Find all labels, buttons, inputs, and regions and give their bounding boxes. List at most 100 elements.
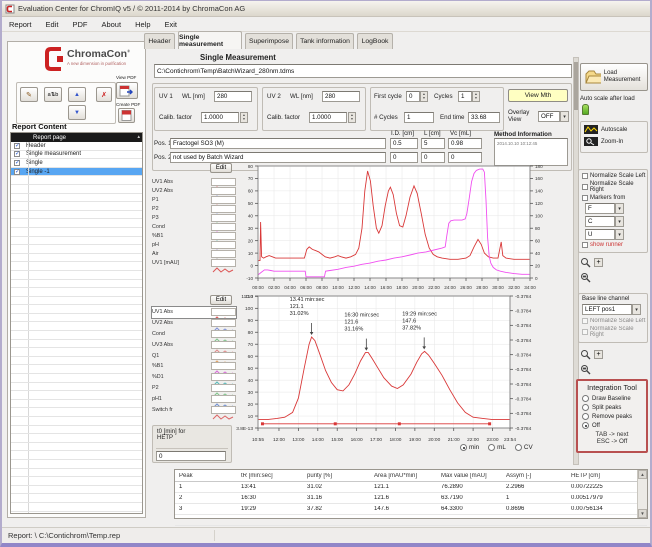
- results-header-cell[interactable]: Peak: [175, 473, 237, 479]
- overview-chromatogram[interactable]: 80706050403020100-1018016014012010080604…: [232, 163, 554, 295]
- scroll-down-icon[interactable]: ▼: [638, 509, 647, 518]
- menu-item-help[interactable]: Help: [128, 20, 157, 29]
- menu-item-report[interactable]: Report: [2, 20, 39, 29]
- results-header-cell[interactable]: Max value [mAU]: [437, 473, 502, 479]
- end-time-input[interactable]: [468, 112, 500, 123]
- view-method-button[interactable]: View Mth: [508, 89, 568, 102]
- marker-channel-dropdown[interactable]: C▼: [585, 216, 627, 227]
- marker-channel-dropdown[interactable]: U▼: [585, 229, 627, 240]
- menu-item-exit[interactable]: Exit: [158, 20, 185, 29]
- delete-page-button[interactable]: ✗: [96, 87, 112, 102]
- uv2-wl-input[interactable]: [322, 91, 360, 102]
- results-row[interactable]: 319:2937.82147.664.33000.86960.00756134: [175, 504, 647, 515]
- edit-report-button[interactable]: ✎: [20, 87, 38, 102]
- uv2-calib-spinner[interactable]: ▲▼: [348, 112, 356, 123]
- legend-item-ph[interactable]: pH: [152, 240, 236, 249]
- unit-radio-CV[interactable]: CV: [515, 444, 533, 451]
- results-scrollbar[interactable]: ▲▼: [637, 470, 647, 518]
- legend-item-q1[interactable]: Q1: [152, 350, 236, 361]
- report-page-row[interactable]: Single -1: [11, 168, 142, 177]
- title-bar[interactable]: Evaluation Center for ChromIQ v5 / © 201…: [2, 1, 650, 17]
- hetp-t0-input[interactable]: [156, 451, 226, 461]
- overlay-view-dropdown[interactable]: ▼: [560, 111, 569, 122]
- unit-radio-mL[interactable]: mL: [488, 444, 506, 451]
- move-page-down-button[interactable]: ▼: [68, 105, 86, 120]
- tab-tank-information[interactable]: Tank information: [296, 33, 354, 49]
- pos-length-input[interactable]: [421, 152, 445, 163]
- show-runner-checkbox[interactable]: show runner: [579, 240, 647, 248]
- markers-from-checkbox[interactable]: Markers from: [579, 193, 647, 201]
- results-header-cell[interactable]: HETP [cm]: [567, 473, 635, 479]
- legend-item-p2[interactable]: P2: [152, 204, 236, 213]
- first-cycle-input[interactable]: [406, 91, 420, 102]
- menu-item-edit[interactable]: Edit: [39, 20, 66, 29]
- uv1-calib-input[interactable]: [201, 112, 239, 123]
- zoom-pan-tool-2[interactable]: [580, 362, 591, 380]
- results-header-cell[interactable]: purity [%]: [303, 473, 370, 479]
- legend-item-air[interactable]: Air: [152, 249, 236, 258]
- normalize-left-checkbox[interactable]: Normalize Scale Left: [579, 170, 647, 179]
- page-checkbox[interactable]: [14, 151, 20, 157]
- results-header-cell[interactable]: Area [mAU*min]: [370, 473, 437, 479]
- integration-radio-draw-baseline[interactable]: Draw Baseline: [582, 395, 646, 402]
- page-checkbox[interactable]: [14, 160, 20, 166]
- legend-item-uv1-abs[interactable]: UV1 Abs: [152, 177, 236, 186]
- upper-chart-edit-button[interactable]: Edit: [210, 163, 232, 173]
- legend-item--d1[interactable]: %D1: [152, 372, 236, 383]
- pos-id-input[interactable]: [390, 138, 418, 149]
- integration-chromatogram[interactable]: 110.31101009080706050403020103.8E-13-0.3…: [232, 293, 552, 445]
- results-row[interactable]: 216:3031.16121.663.719010.00517979: [175, 493, 647, 504]
- scroll-up-icon[interactable]: ▲: [638, 470, 647, 479]
- integration-radio-off[interactable]: Off: [582, 422, 646, 429]
- pos-name-input[interactable]: [170, 138, 386, 149]
- cycles-spinner[interactable]: ▲▼: [472, 91, 480, 102]
- file-path-input[interactable]: [154, 64, 572, 78]
- zoom-plus-tool-2[interactable]: +: [580, 349, 603, 360]
- view-pdf-button[interactable]: [116, 82, 138, 99]
- legend-item-uv1-mau-[interactable]: UV1 [mAU]: [152, 258, 236, 267]
- normalize-right-checkbox[interactable]: Normalize Scale Right: [579, 179, 647, 193]
- cycles-input[interactable]: [458, 91, 472, 102]
- page-checkbox[interactable]: [14, 169, 20, 175]
- menu-item-pdf[interactable]: PDF: [65, 20, 94, 29]
- zoom-pan-tool[interactable]: [580, 270, 591, 288]
- legend-item--b1[interactable]: %B1: [152, 361, 236, 372]
- report-page-row[interactable]: Single measurement: [11, 151, 142, 160]
- pos-id-input[interactable]: [390, 152, 418, 163]
- legend-item-cond[interactable]: Cond: [152, 329, 236, 340]
- zoom-plus-tool[interactable]: +: [580, 257, 603, 268]
- legend-item-ph1[interactable]: pH1: [152, 393, 236, 404]
- baseline-normalize-right-checkbox[interactable]: Normalize Scale Right: [579, 324, 647, 338]
- tab-superimpose[interactable]: Superimpose: [245, 33, 293, 49]
- tab-header[interactable]: Header: [144, 33, 175, 49]
- results-row[interactable]: 113:4131.02121.176.28902.29660.00722225: [175, 482, 647, 493]
- scroll-up-icon[interactable]: ▲: [137, 134, 141, 139]
- legend-item-cond[interactable]: Cond: [152, 222, 236, 231]
- legend-item-uv3-abs[interactable]: UV3 Abs: [152, 339, 236, 350]
- uv2-calib-input[interactable]: [309, 112, 347, 123]
- first-cycle-spinner[interactable]: ▲▼: [420, 91, 428, 102]
- legend-item--b1[interactable]: %B1: [152, 231, 236, 240]
- pos-volume-input[interactable]: [448, 138, 482, 149]
- sort-pages-button[interactable]: a⇅b: [44, 87, 62, 102]
- pos-length-input[interactable]: [421, 138, 445, 149]
- unit-radio-min[interactable]: min: [460, 444, 479, 451]
- integration-radio-split-peaks[interactable]: Split peaks: [582, 404, 646, 411]
- legend-item-switch-fr[interactable]: Switch fr: [152, 404, 236, 415]
- results-header-cell[interactable]: Assym [-]: [502, 473, 567, 479]
- load-measurement-button[interactable]: Load Measurement: [580, 63, 648, 91]
- move-page-up-button[interactable]: ▲: [68, 87, 86, 102]
- legend-item-p3[interactable]: P3: [152, 213, 236, 222]
- zoom-in-button[interactable]: Zoom-In: [581, 134, 647, 146]
- tab-logbook[interactable]: LogBook: [357, 33, 393, 49]
- create-pdf-button[interactable]: [118, 108, 135, 123]
- tab-single-measurement[interactable]: Single measurement: [178, 31, 242, 49]
- uv1-wl-input[interactable]: [214, 91, 252, 102]
- legend-item-uv1-abs[interactable]: UV1 Abs: [152, 307, 236, 318]
- report-page-row[interactable]: Single: [11, 159, 142, 168]
- autoscale-button[interactable]: Autoscale: [581, 122, 647, 134]
- report-page-row[interactable]: Header: [11, 142, 142, 151]
- integration-radio-remove-peaks[interactable]: Remove peaks: [582, 413, 646, 420]
- pos-volume-input[interactable]: [448, 152, 482, 163]
- legend-item-uv2-abs[interactable]: UV2 Abs: [152, 186, 236, 195]
